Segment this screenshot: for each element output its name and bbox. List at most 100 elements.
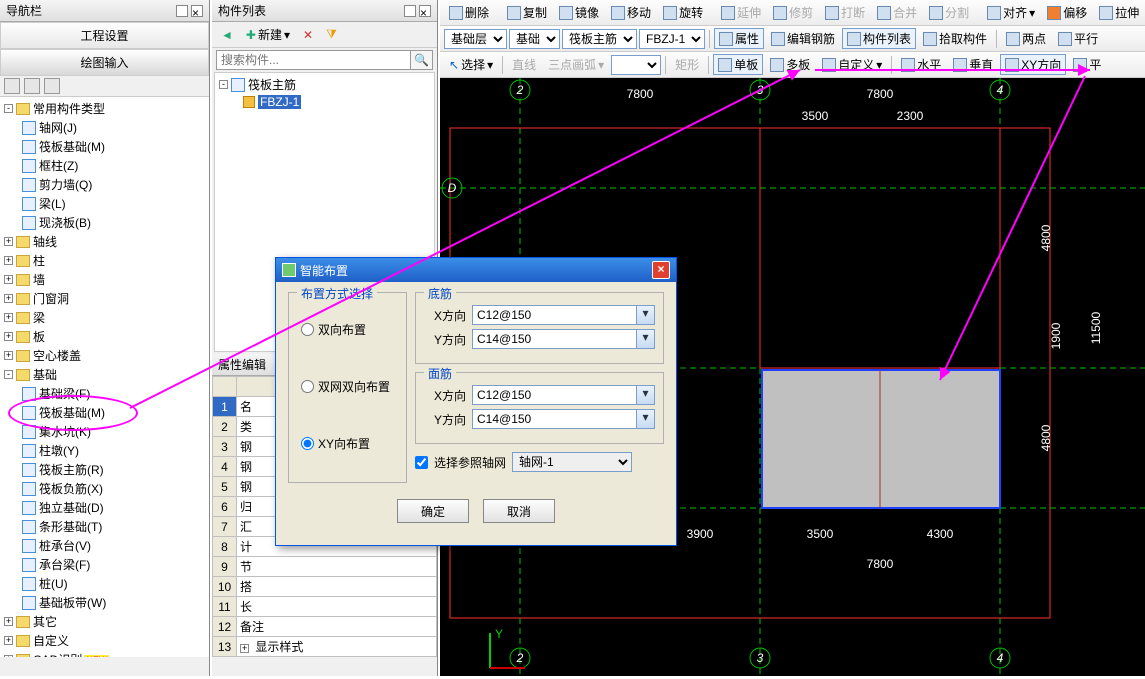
dropdown-icon[interactable]: ▾ xyxy=(637,305,655,325)
tab-draw-input[interactable]: 绘图输入 xyxy=(0,49,209,76)
arc-combo[interactable] xyxy=(611,55,661,75)
tree-item[interactable]: +CAD识别NEW xyxy=(0,650,209,657)
mirror-button[interactable]: 镜像 xyxy=(554,2,604,23)
dialog-titlebar[interactable]: 智能布置 × xyxy=(276,258,676,282)
nav-tool-3[interactable] xyxy=(44,78,60,94)
dropdown-icon[interactable]: ▾ xyxy=(637,409,655,429)
tree-item[interactable]: 筏板基础(M) xyxy=(0,137,209,156)
toggle-icon[interactable]: + xyxy=(4,617,13,626)
tree-item[interactable]: 条形基础(T) xyxy=(0,517,209,536)
pin-icon[interactable] xyxy=(404,5,416,17)
filter-button[interactable]: ⧩ xyxy=(321,25,342,44)
tree-item[interactable]: -基础 xyxy=(0,365,209,384)
top-y-input[interactable] xyxy=(472,409,637,429)
toggle-icon[interactable]: + xyxy=(4,655,13,657)
tree-item[interactable]: 梁(L) xyxy=(0,194,209,213)
tree-item[interactable]: +墙 xyxy=(0,270,209,289)
tree-item[interactable]: 桩(U) xyxy=(0,574,209,593)
nav-tool-2[interactable] xyxy=(24,78,40,94)
ref-axis-checkbox[interactable] xyxy=(415,456,428,469)
offset-button[interactable]: 偏移 xyxy=(1042,2,1092,23)
tree-item[interactable]: +板 xyxy=(0,327,209,346)
search-input[interactable] xyxy=(216,50,411,70)
copy-button[interactable]: 复制 xyxy=(502,2,552,23)
tree-item[interactable]: 剪力墙(Q) xyxy=(0,175,209,194)
tree-item[interactable]: +轴线 xyxy=(0,232,209,251)
toggle-icon[interactable]: + xyxy=(4,636,13,645)
xy-direction-button[interactable]: XY方向 xyxy=(1000,54,1066,75)
tree-item[interactable]: 筏板基础(M) xyxy=(0,403,209,422)
toggle-icon[interactable]: + xyxy=(4,313,13,322)
rotate-button[interactable]: 旋转 xyxy=(658,2,708,23)
radio-xy[interactable]: XY向布置 xyxy=(301,435,394,452)
nav-tool-1[interactable] xyxy=(4,78,20,94)
dropdown-icon[interactable]: ▾ xyxy=(637,329,655,349)
tree-item[interactable]: 筏板负筋(X) xyxy=(0,479,209,498)
tree-item[interactable]: +门窗洞 xyxy=(0,289,209,308)
horizontal-button[interactable]: 水平 xyxy=(896,54,946,75)
tab-project-settings[interactable]: 工程设置 xyxy=(0,22,209,49)
stretch-button[interactable]: 拉伸 xyxy=(1094,2,1144,23)
tree-item[interactable]: 框柱(Z) xyxy=(0,156,209,175)
tree-item[interactable]: 桩承台(V) xyxy=(0,536,209,555)
move-button[interactable]: 移动 xyxy=(606,2,656,23)
top-x-input[interactable] xyxy=(472,385,637,405)
tree-item[interactable]: +自定义 xyxy=(0,631,209,650)
component-list-button[interactable]: 构件列表 xyxy=(842,28,916,49)
radio-double-net[interactable]: 双网双向布置 xyxy=(301,378,394,395)
table-row[interactable]: 10搭 xyxy=(213,577,437,597)
delete-button[interactable]: ✕ xyxy=(298,26,318,44)
tree-item[interactable]: 基础板带(W) xyxy=(0,593,209,612)
cancel-button[interactable]: 取消 xyxy=(483,499,555,523)
floor-combo[interactable]: 基础层 xyxy=(444,29,507,49)
instance-combo[interactable]: FBZJ-1 xyxy=(639,29,705,49)
tree-child-label[interactable]: FBZJ-1 xyxy=(258,95,301,109)
align-button[interactable]: 对齐▾ xyxy=(982,2,1040,23)
tree-item[interactable]: -常用构件类型 xyxy=(0,99,209,118)
tree-item[interactable]: +梁 xyxy=(0,308,209,327)
close-icon[interactable]: × xyxy=(191,5,203,17)
edit-rebar-button[interactable]: 编辑钢筋 xyxy=(766,28,840,49)
tree-item[interactable]: 独立基础(D) xyxy=(0,498,209,517)
toggle-icon[interactable]: + xyxy=(4,332,13,341)
properties-button[interactable]: 属性 xyxy=(714,28,764,49)
search-button[interactable]: 🔍 xyxy=(411,50,433,70)
radio-bidirectional[interactable]: 双向布置 xyxy=(301,321,394,338)
back-button[interactable]: ◄ xyxy=(216,26,238,44)
nav-tree[interactable]: -常用构件类型轴网(J)筏板基础(M)框柱(Z)剪力墙(Q)梁(L)现浇板(B)… xyxy=(0,97,209,657)
toggle-icon[interactable]: + xyxy=(4,294,13,303)
tree-item[interactable]: 轴网(J) xyxy=(0,118,209,137)
selected-slab[interactable] xyxy=(762,370,1000,508)
delete-button[interactable]: 删除 xyxy=(444,2,494,23)
tree-item[interactable]: +空心楼盖 xyxy=(0,346,209,365)
parallel-button[interactable]: 平行 xyxy=(1053,28,1103,49)
table-row[interactable]: 11长 xyxy=(213,597,437,617)
two-point-button[interactable]: 两点 xyxy=(1001,28,1051,49)
tree-item[interactable]: 筏板主筋(R) xyxy=(0,460,209,479)
toggle-icon[interactable]: + xyxy=(4,275,13,284)
toggle-icon[interactable]: - xyxy=(4,370,13,379)
select-button[interactable]: ↖选择▾ xyxy=(444,54,498,75)
pick-component-button[interactable]: 拾取构件 xyxy=(918,28,992,49)
dropdown-icon[interactable]: ▾ xyxy=(637,385,655,405)
bottom-y-input[interactable] xyxy=(472,329,637,349)
ok-button[interactable]: 确定 xyxy=(397,499,469,523)
close-icon[interactable]: × xyxy=(419,5,431,17)
toggle-icon[interactable]: - xyxy=(219,80,228,89)
table-row[interactable]: 12备注 xyxy=(213,617,437,637)
new-button[interactable]: ✚新建▾ xyxy=(241,24,295,45)
toggle-icon[interactable]: + xyxy=(4,351,13,360)
tree-item[interactable]: 基础梁(F) xyxy=(0,384,209,403)
flat-button[interactable]: 平 xyxy=(1068,54,1106,75)
toggle-icon[interactable]: + xyxy=(4,256,13,265)
custom-button[interactable]: 自定义▾ xyxy=(817,54,887,75)
multi-board-button[interactable]: 多板 xyxy=(765,54,815,75)
toggle-icon[interactable]: + xyxy=(4,237,13,246)
tree-item[interactable]: 现浇板(B) xyxy=(0,213,209,232)
dialog-close-button[interactable]: × xyxy=(652,261,670,279)
tree-item[interactable]: +其它 xyxy=(0,612,209,631)
table-row[interactable]: 13+ 显示样式 xyxy=(213,637,437,657)
tree-item[interactable]: +柱 xyxy=(0,251,209,270)
toggle-icon[interactable]: - xyxy=(4,104,13,113)
single-board-button[interactable]: 单板 xyxy=(713,54,763,75)
